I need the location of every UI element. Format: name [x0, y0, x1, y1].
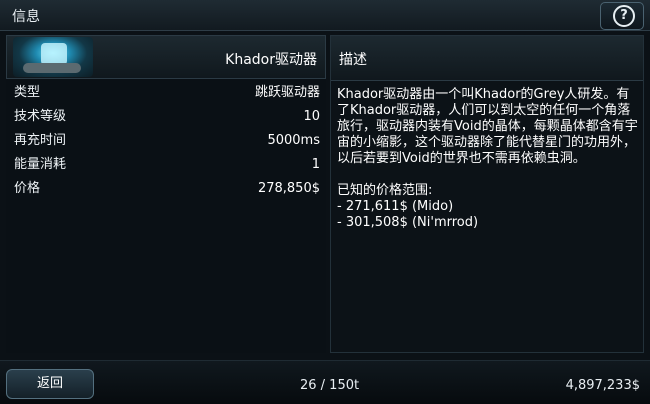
stat-row-recharge-time: 再充时间 5000ms: [6, 129, 326, 153]
window-title: 信息: [12, 9, 40, 25]
description-header: 描述: [331, 36, 643, 81]
khador-drive-icon: [13, 37, 93, 77]
stat-value: 跳跃驱动器: [254, 85, 320, 100]
description-body: Khador驱动器由一个叫Khador的Grey人研发。有了Khador驱动器，…: [337, 87, 639, 231]
stat-label: 再充时间: [14, 133, 67, 148]
question-mark-icon: ?: [613, 5, 635, 27]
credits-balance: 4,897,233$: [565, 378, 640, 393]
item-info-panel: Khador驱动器 类型 跳跃驱动器 技术等级 10 再充时间 5000ms 能…: [6, 35, 326, 353]
stat-row-energy-use: 能量消耗 1: [6, 153, 326, 177]
title-bar: 信息 ?: [0, 0, 650, 31]
description-panel: 描述 Khador驱动器由一个叫Khador的Grey人研发。有了Khador驱…: [330, 35, 644, 353]
stat-label: 能量消耗: [14, 157, 67, 172]
item-name: Khador驱动器: [225, 52, 317, 68]
stat-value: 10: [303, 109, 320, 124]
stat-row-tech-level: 技术等级 10: [6, 105, 326, 129]
stat-value: 278,850$: [257, 181, 320, 196]
item-stats: 类型 跳跃驱动器 技术等级 10 再充时间 5000ms 能量消耗 1 价格 2…: [6, 81, 326, 201]
price-range-item: - 271,611$ (Mido): [337, 199, 454, 214]
stat-value: 5000ms: [267, 133, 320, 148]
price-range-item: - 301,508$ (Ni'mrrod): [337, 215, 479, 230]
price-range-list: - 271,611$ (Mido) - 301,508$ (Ni'mrrod): [337, 199, 639, 231]
drive-crystal-core: [41, 43, 67, 65]
price-range-label: 已知的价格范围:: [337, 183, 433, 198]
item-header: Khador驱动器: [6, 35, 326, 79]
back-button[interactable]: 返回: [6, 369, 94, 399]
drive-base: [23, 63, 81, 73]
stat-label: 类型: [14, 85, 41, 100]
stat-row-price: 价格 278,850$: [6, 177, 326, 201]
stat-value: 1: [311, 157, 320, 172]
stat-label: 价格: [14, 181, 41, 196]
description-title: 描述: [339, 52, 367, 68]
bottom-bar: 返回 26 / 150t 4,897,233$: [0, 360, 650, 404]
stat-label: 技术等级: [14, 109, 67, 124]
cargo-capacity: 26 / 150t: [300, 378, 360, 393]
stat-row-type: 类型 跳跃驱动器: [6, 81, 326, 105]
help-button[interactable]: ?: [600, 2, 644, 30]
description-text: Khador驱动器由一个叫Khador的Grey人研发。有了Khador驱动器，…: [337, 87, 638, 166]
